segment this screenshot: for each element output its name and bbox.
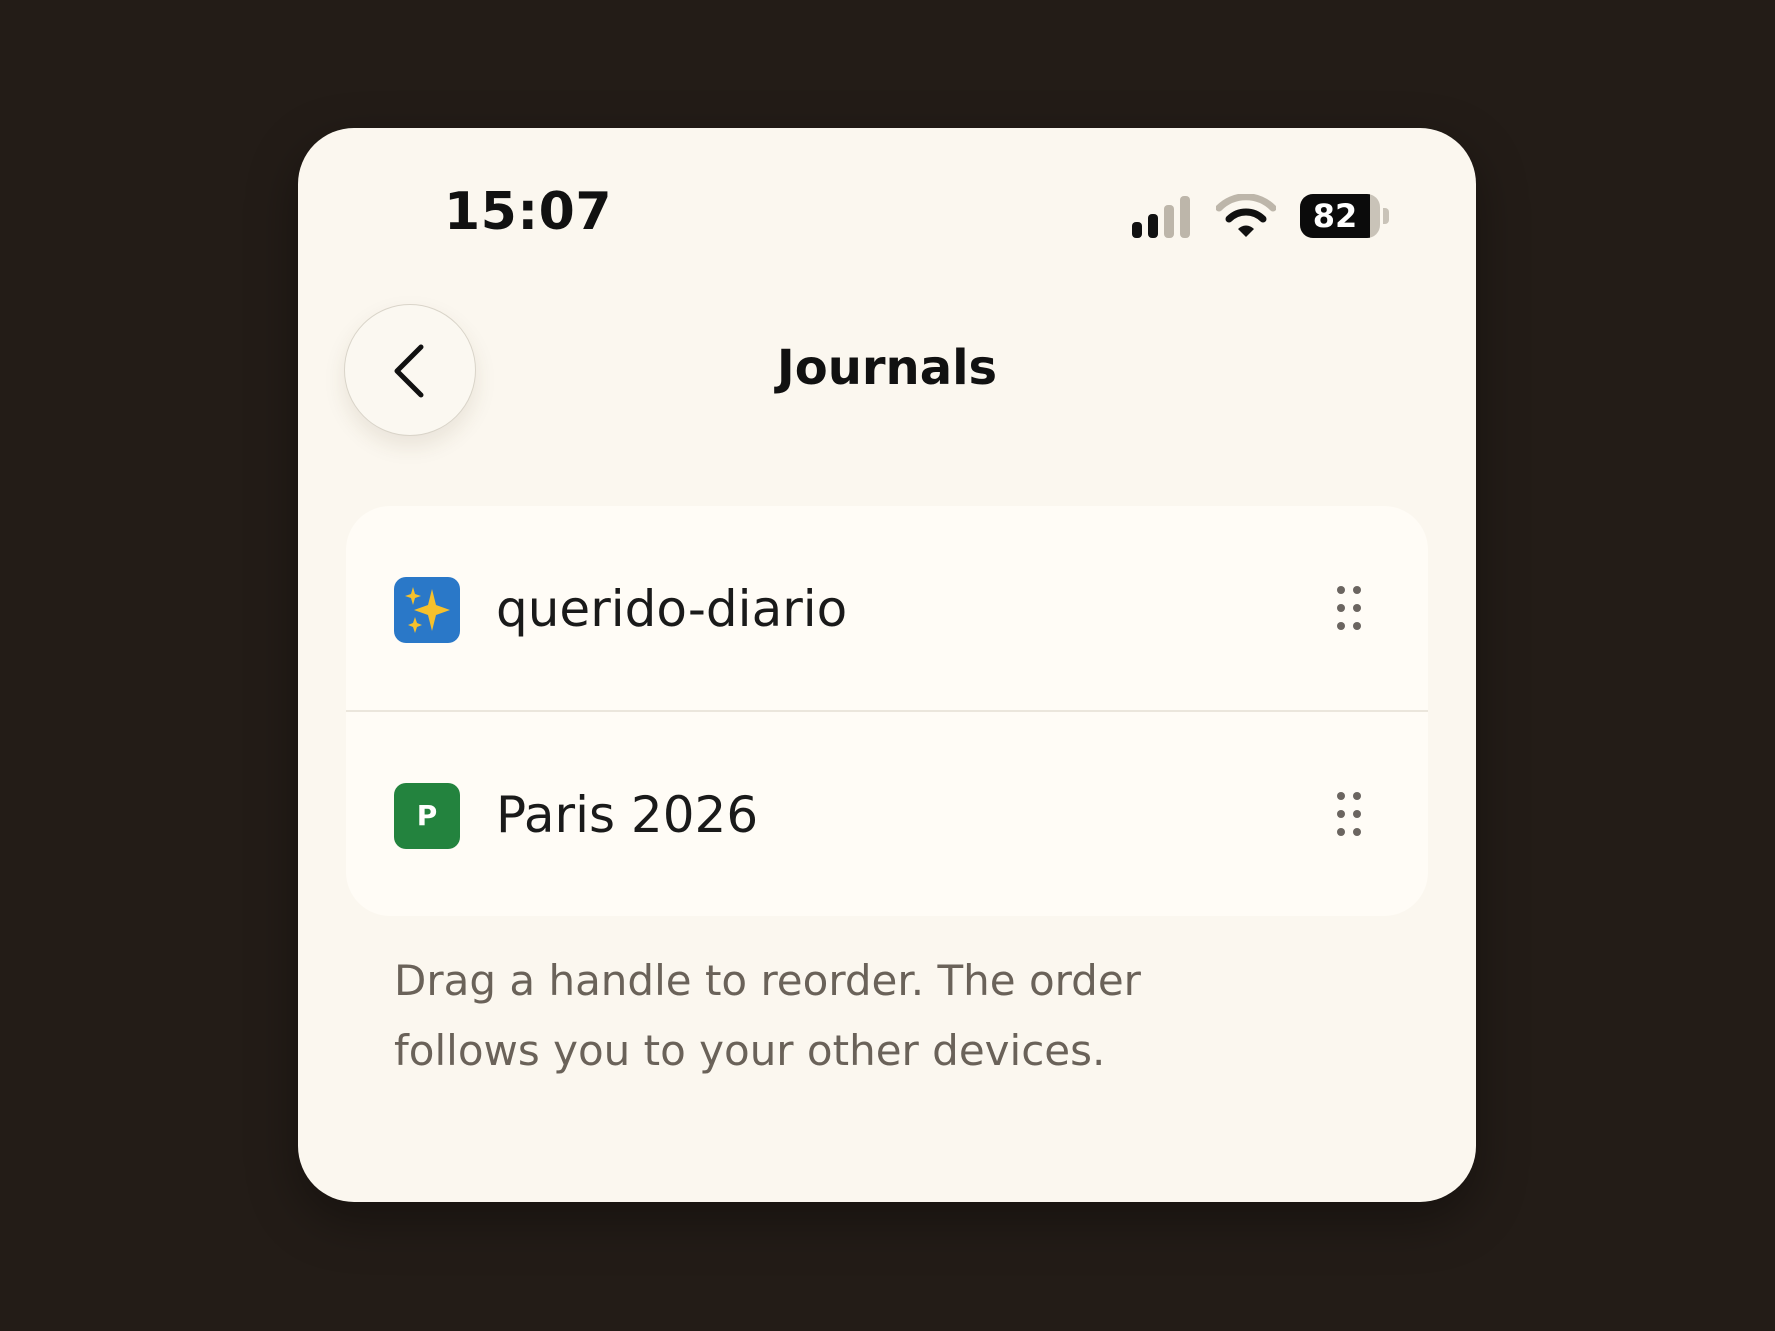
chevron-left-icon xyxy=(394,344,424,398)
back-button[interactable] xyxy=(344,304,476,436)
wifi-icon xyxy=(1216,194,1276,237)
letter-p-icon: P xyxy=(394,783,460,849)
phone-screen: 15:07 82 Journals querido-diario P Paris… xyxy=(298,128,1476,1202)
battery-body: 82 xyxy=(1300,194,1380,238)
journal-name: Paris 2026 xyxy=(496,786,759,844)
status-bar: 15:07 82 xyxy=(298,128,1476,268)
journal-name: querido-diario xyxy=(496,580,848,638)
cellular-signal-icon xyxy=(1132,196,1190,238)
sparkles-glyph xyxy=(405,587,450,633)
battery-level: 82 xyxy=(1312,197,1358,235)
battery-cap xyxy=(1383,208,1389,224)
journal-icon-letter: P xyxy=(416,799,438,832)
drag-handle-icon[interactable] xyxy=(1336,585,1362,631)
drag-handle-icon[interactable] xyxy=(1336,791,1362,837)
status-time: 15:07 xyxy=(444,182,613,242)
battery-indicator: 82 xyxy=(1300,194,1390,238)
sparkles-icon xyxy=(394,577,460,643)
reorder-hint-line-2: follows you to your other devices. xyxy=(394,1026,1106,1075)
reorder-hint: Drag a handle to reorder. The order foll… xyxy=(394,946,1294,1086)
reorder-hint-line-1: Drag a handle to reorder. The order xyxy=(394,956,1141,1005)
list-item[interactable]: querido-diario xyxy=(346,506,1428,710)
journal-list: querido-diario P Paris 2026 xyxy=(346,506,1428,916)
page-title: Journals xyxy=(776,340,998,396)
list-item[interactable]: P Paris 2026 xyxy=(346,712,1428,916)
